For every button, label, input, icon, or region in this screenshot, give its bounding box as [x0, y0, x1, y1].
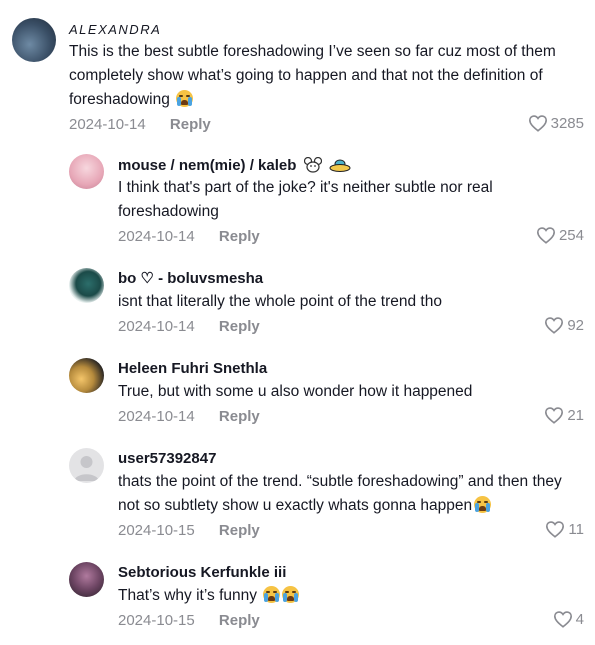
- reply-item: Heleen Fuhri Snethla True, but with some…: [0, 350, 595, 440]
- heart-outline-icon: [528, 115, 547, 132]
- like-count: 3285: [550, 114, 584, 132]
- avatar[interactable]: [69, 358, 104, 393]
- heart-outline-icon: [536, 227, 555, 244]
- like-button[interactable]: 11: [545, 520, 584, 538]
- comment-username[interactable]: Sebtorious Kerfunkle iii: [118, 564, 286, 582]
- like-button[interactable]: 254: [536, 226, 584, 244]
- like-button[interactable]: 92: [544, 316, 584, 334]
- like-button[interactable]: 4: [553, 610, 584, 628]
- comment-text: isnt that literally the whole point of t…: [118, 293, 442, 310]
- comment-username[interactable]: bo ♡ - boluvsmesha: [118, 270, 263, 288]
- heart-outline-icon: [546, 521, 565, 538]
- comment-text: I think that's part of the joke? it's ne…: [118, 179, 493, 220]
- loudly-crying-face-emoji: [263, 586, 281, 603]
- comment-text: This is the best subtle foreshadowing I’…: [69, 40, 589, 112]
- comment-username[interactable]: ALEXANDRA: [69, 21, 161, 39]
- reply-button[interactable]: Reply: [219, 612, 260, 629]
- like-count: 92: [567, 316, 584, 334]
- avatar[interactable]: [12, 18, 56, 62]
- comment-meta: 2024-10-14 Reply: [118, 408, 260, 425]
- reply-button[interactable]: Reply: [219, 522, 260, 539]
- heart-outline-icon: [545, 407, 564, 424]
- comment-date: 2024-10-14: [118, 318, 195, 335]
- comment-body: That’s why it’s funny: [118, 587, 257, 604]
- comment-username[interactable]: mouse / nem(mie) / kaleb: [118, 157, 351, 175]
- comment-date: 2024-10-14: [69, 116, 146, 133]
- reply-button[interactable]: Reply: [219, 318, 260, 335]
- username-text: mouse / nem(mie) / kaleb: [118, 157, 297, 174]
- comment-date: 2024-10-14: [118, 228, 195, 245]
- reply-item: Sebtorious Kerfunkle iii That’s why it’s…: [0, 554, 595, 645]
- like-count: 4: [575, 610, 584, 628]
- loudly-crying-face-emoji: [176, 90, 194, 107]
- like-count: 254: [558, 226, 584, 244]
- reply-button[interactable]: Reply: [219, 228, 260, 245]
- comment-date: 2024-10-14: [118, 408, 195, 425]
- comment-date: 2024-10-15: [118, 612, 195, 629]
- avatar[interactable]: [69, 268, 104, 303]
- loudly-crying-face-emoji: [282, 586, 300, 603]
- comment-date: 2024-10-15: [118, 522, 195, 539]
- comment-body: thats the point of the trend. “subtle fo…: [118, 473, 562, 514]
- avatar[interactable]: [69, 154, 104, 189]
- like-button[interactable]: 21: [544, 406, 584, 424]
- comment-item: ALEXANDRA This is the best subtle foresh…: [0, 0, 595, 140]
- reply-button[interactable]: Reply: [170, 116, 211, 133]
- loudly-crying-face-emoji: [474, 496, 492, 513]
- flying-saucer-emoji: [329, 159, 351, 172]
- comment-body: This is the best subtle foreshadowing I’…: [69, 43, 556, 108]
- reply-item: bo ♡ - boluvsmesha isnt that literally t…: [0, 260, 595, 350]
- comment-meta: 2024-10-14 Reply: [118, 318, 260, 335]
- like-count: 21: [567, 406, 584, 424]
- comment-username[interactable]: user57392847: [118, 450, 216, 468]
- comment-meta: 2024-10-15 Reply: [118, 522, 260, 539]
- mouse-face-emoji: [303, 157, 322, 173]
- avatar[interactable]: [69, 562, 104, 597]
- avatar[interactable]: [69, 448, 104, 483]
- default-avatar-icon: [74, 456, 99, 481]
- comment-meta: 2024-10-14 Reply: [118, 228, 260, 245]
- reply-item: mouse / nem(mie) / kaleb I think that's …: [0, 140, 595, 260]
- comment-text: thats the point of the trend. “subtle fo…: [118, 470, 578, 518]
- heart-outline-icon: [545, 317, 564, 334]
- comment-text: That’s why it’s funny: [118, 584, 558, 608]
- heart-outline-icon: [553, 611, 572, 628]
- reply-item: user57392847 thats the point of the tren…: [0, 440, 595, 554]
- like-button[interactable]: 3285: [528, 114, 584, 132]
- comment-text: True, but with some u also wonder how it…: [118, 383, 473, 400]
- comment-meta: 2024-10-15 Reply: [118, 612, 260, 629]
- comment-meta: 2024-10-14 Reply: [69, 116, 211, 133]
- reply-button[interactable]: Reply: [219, 408, 260, 425]
- like-count: 11: [568, 520, 584, 538]
- comment-username[interactable]: Heleen Fuhri Snethla: [118, 360, 267, 378]
